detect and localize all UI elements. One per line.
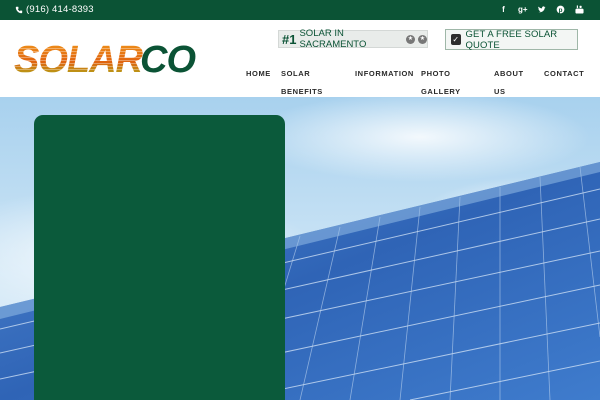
nav-label: PHOTO bbox=[421, 69, 451, 78]
award-icon: ★ bbox=[406, 34, 415, 44]
phone-icon bbox=[15, 6, 23, 13]
nav-label: HOME bbox=[246, 69, 271, 78]
svg-text:p: p bbox=[559, 7, 563, 14]
rank-badge: #1 SOLAR IN SACRAMENTO ★ ★ bbox=[278, 28, 428, 50]
youtube-icon[interactable] bbox=[575, 5, 584, 14]
google-plus-icon[interactable]: g+ bbox=[518, 5, 528, 14]
phone-text: (916) 414-8393 bbox=[26, 4, 94, 15]
main-nav: HOME SOLAR BENEFITS INFORMATION PHOTO GA… bbox=[0, 65, 600, 96]
nav-item-home[interactable]: HOME bbox=[246, 65, 271, 83]
top-bar: (916) 414-8393 f g+ p bbox=[0, 0, 600, 20]
award-icon: ★ bbox=[418, 34, 427, 44]
nav-item-information[interactable]: INFORMATION bbox=[355, 65, 414, 83]
nav-label: CONTACT bbox=[544, 69, 585, 78]
hero-overlay-card bbox=[34, 115, 285, 400]
free-quote-button[interactable]: ✓ GET A FREE SOLAR QUOTE bbox=[445, 28, 578, 51]
pinterest-icon[interactable]: p bbox=[556, 5, 565, 14]
nav-item-photo-gallery[interactable]: PHOTO GALLERY bbox=[421, 65, 461, 101]
twitter-icon[interactable] bbox=[537, 5, 546, 14]
nav-item-about-us[interactable]: ABOUT US bbox=[494, 65, 524, 101]
facebook-icon[interactable]: f bbox=[499, 5, 508, 14]
nav-item-solar-benefits[interactable]: SOLAR BENEFITS bbox=[281, 65, 323, 101]
nav-label: INFORMATION bbox=[355, 69, 414, 78]
checkbox-icon: ✓ bbox=[451, 34, 461, 45]
nav-item-contact[interactable]: CONTACT bbox=[544, 65, 584, 83]
rank-number: #1 bbox=[282, 31, 297, 47]
phone-number[interactable]: (916) 414-8393 bbox=[15, 4, 94, 15]
rank-text: SOLAR IN SACRAMENTO bbox=[299, 28, 367, 50]
site-header: SOLAR SOLAR CO #1 SOLAR IN SACRAMENTO ★ … bbox=[0, 20, 600, 97]
social-links: f g+ p bbox=[499, 5, 584, 14]
free-quote-label: GET A FREE SOLAR QUOTE bbox=[465, 28, 558, 51]
nav-label: ABOUT bbox=[494, 69, 524, 78]
nav-label: SOLAR bbox=[281, 69, 311, 78]
